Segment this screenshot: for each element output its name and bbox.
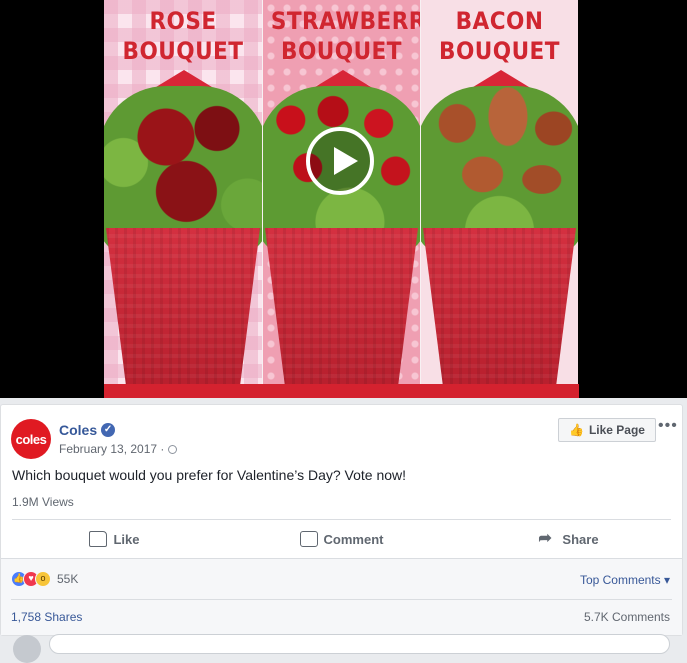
panel-title: STRAWBERRYBOUQUET bbox=[270, 7, 420, 65]
panel-title: BACON BOUQUET bbox=[439, 7, 560, 65]
shares-link[interactable]: 1,758 Shares bbox=[11, 610, 82, 624]
share-icon bbox=[538, 528, 556, 548]
post-stats: 👍 ♥ o 55K Top Comments ▾ 1,758 Shares 5.… bbox=[1, 558, 682, 663]
thumbs-up-icon: 👍 bbox=[569, 423, 584, 437]
strawberry-bouquet-panel: STRAWBERRYBOUQUET bbox=[262, 0, 420, 398]
globe-icon bbox=[168, 444, 178, 454]
reactions-summary[interactable]: 👍 ♥ o 55K bbox=[11, 571, 78, 587]
verified-badge-icon: ✓ bbox=[101, 423, 116, 437]
reaction-count: 55K bbox=[57, 572, 79, 586]
like-page-button[interactable]: 👍 Like Page bbox=[558, 418, 656, 442]
panel-title: ROSE BOUQUET bbox=[122, 7, 244, 65]
more-options-icon[interactable]: ••• bbox=[658, 417, 678, 435]
thumbs-up-icon bbox=[89, 531, 108, 547]
page-name[interactable]: Coles ✓ bbox=[59, 422, 116, 438]
video-bottom-band bbox=[104, 384, 579, 398]
video-player[interactable]: ROSEBOUQUET STRAWBERRYBOUQUET BACONBOUQU… bbox=[0, 0, 687, 398]
wow-reaction-icon: o bbox=[35, 571, 51, 587]
like-button[interactable]: Like bbox=[1, 520, 228, 558]
post-card: coles Coles ✓ February 13, 2017 · 👍 Like… bbox=[0, 404, 683, 663]
user-avatar bbox=[13, 635, 41, 663]
post-text: Which bouquet would you prefer for Valen… bbox=[12, 467, 407, 483]
video-frame: ROSEBOUQUET STRAWBERRYBOUQUET BACONBOUQU… bbox=[104, 0, 579, 398]
bacon-bouquet-panel: BACON BOUQUET bbox=[420, 0, 578, 398]
page-avatar[interactable]: coles bbox=[11, 419, 51, 459]
top-comments-dropdown[interactable]: Top Comments ▾ bbox=[580, 573, 670, 587]
comment-input[interactable] bbox=[49, 634, 670, 654]
rose-bouquet-panel: ROSE BOUQUET bbox=[104, 0, 262, 398]
play-icon[interactable] bbox=[306, 127, 374, 195]
share-button[interactable]: Share bbox=[455, 520, 682, 558]
comment-icon bbox=[299, 531, 318, 547]
view-count: 1.9M Views bbox=[12, 495, 74, 509]
action-bar: Like Comment Share bbox=[1, 520, 682, 558]
divider bbox=[11, 599, 672, 600]
post-date[interactable]: February 13, 2017 · bbox=[59, 442, 178, 456]
comments-count[interactable]: 5.7K Comments bbox=[584, 610, 670, 624]
comment-button[interactable]: Comment bbox=[228, 520, 455, 558]
